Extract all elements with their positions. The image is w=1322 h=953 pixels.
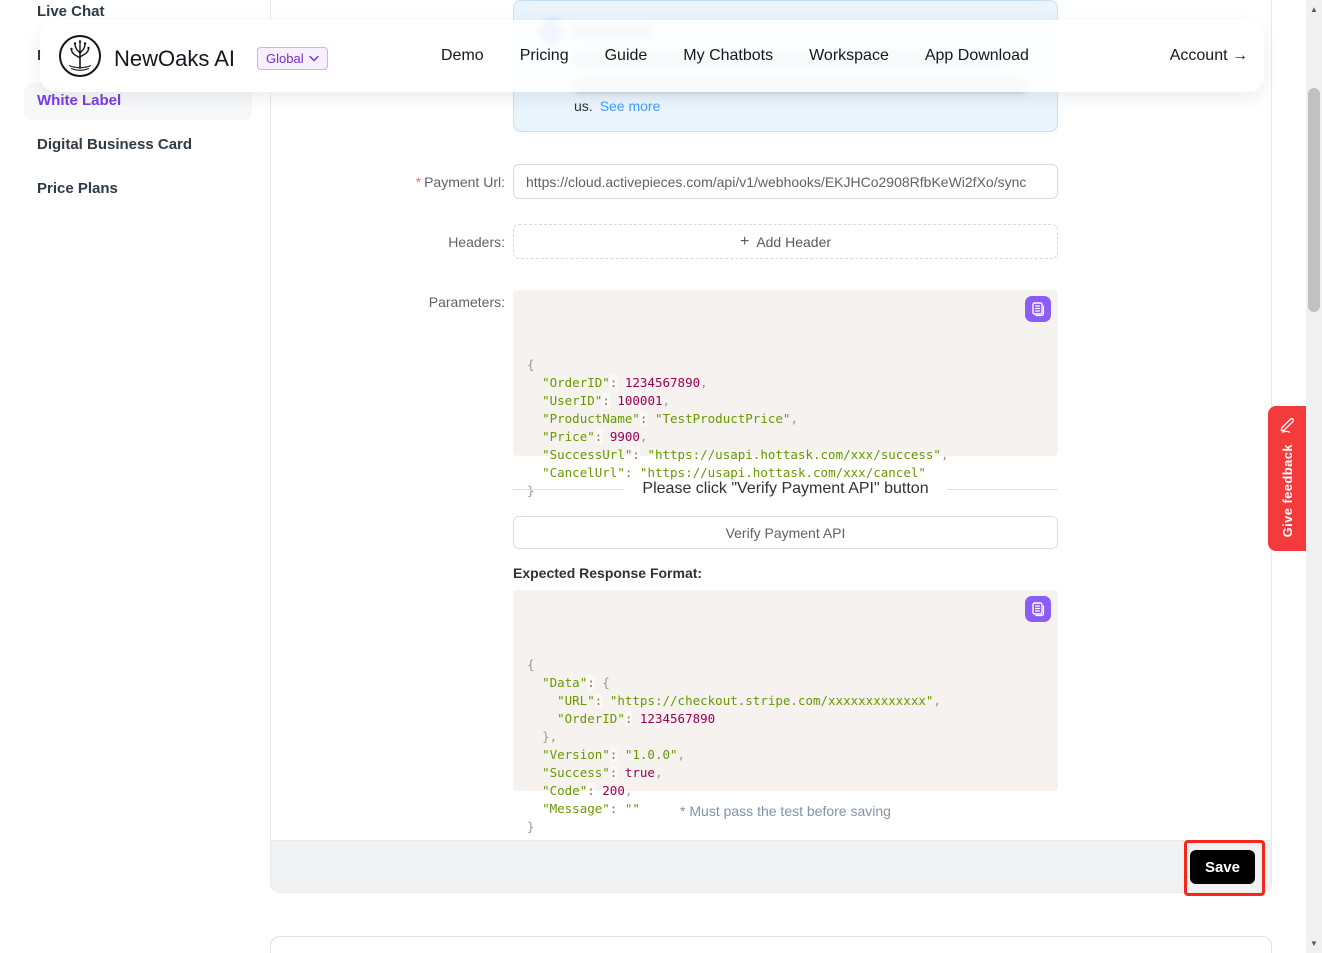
scrollbar[interactable]: ▲ ▼ [1306,0,1322,953]
app-root: { "navbar": { "brand": "NewOaks AI", "re… [0,0,1322,953]
reminder-tail-word: us. [574,98,593,114]
divider-line-right [947,489,1058,490]
sidebar-item-price-plans[interactable]: Price Plans [37,180,118,197]
next-section-card [270,936,1272,953]
copy-icon[interactable] [1025,596,1051,622]
sidebar-item-live-chat[interactable]: Live Chat [37,3,105,20]
chevron-down-icon [309,55,319,62]
nav-link-demo[interactable]: Demo [441,47,484,65]
headers-label: Headers: [280,234,505,250]
nav-link-my-chatbots[interactable]: My Chatbots [683,47,773,65]
parameters-label: Parameters: [280,294,505,310]
response-code-block: { "Data": { "URL": "https://checkout.str… [513,590,1058,791]
sidebar-item-digital-business-card[interactable]: Digital Business Card [37,136,192,153]
region-selector[interactable]: Global [257,47,328,70]
give-feedback-label: Give feedback [1280,444,1295,537]
scroll-down-icon[interactable]: ▼ [1306,939,1322,948]
save-button[interactable]: Save [1190,850,1255,884]
plus-icon: + [740,234,749,250]
must-pass-note: * Must pass the test before saving [513,803,1058,819]
give-feedback-tab[interactable]: Give feedback [1268,406,1306,551]
payment-url-label-text: Payment Url: [424,174,505,190]
newoaks-logo-icon [58,34,102,83]
scroll-up-icon[interactable]: ▲ [1306,5,1322,14]
sidebar-item-white-label[interactable]: White Label [37,92,121,109]
required-asterisk: * [416,174,421,190]
nav-link-guide[interactable]: Guide [605,47,648,65]
account-link[interactable]: Account → [1170,20,1248,92]
nav-link-workspace[interactable]: Workspace [809,47,889,65]
brand[interactable]: NewOaks AI Global [58,34,328,83]
nav-link-pricing[interactable]: Pricing [520,47,569,65]
reminder-tail-text: us. See more [574,98,660,114]
nav-link-app-download[interactable]: App Download [925,47,1029,65]
form-footer-bar: Save [271,840,1271,892]
top-navbar: NewOaks AI Global Demo Pricing Guide My … [40,20,1264,92]
brand-name: NewOaks AI [114,46,235,72]
nav-links: Demo Pricing Guide My Chatbots Workspace… [441,20,1029,92]
add-header-label: Add Header [756,234,831,250]
copy-icon[interactable] [1025,296,1051,322]
divider-text: Please click "Verify Payment API" button [624,480,946,498]
scrollbar-thumb[interactable] [1308,88,1320,312]
verify-payment-api-button[interactable]: Verify Payment API [513,516,1058,549]
parameters-code-block: { "OrderID": 1234567890, "UserID": 10000… [513,290,1058,456]
divider-line-left [513,489,624,490]
payment-url-label: *Payment Url: [280,174,505,190]
pencil-icon [1278,415,1297,434]
region-label: Global [266,51,304,66]
verify-divider: Please click "Verify Payment API" button [513,479,1058,499]
add-header-button[interactable]: + Add Header [513,224,1058,259]
see-more-link[interactable]: See more [600,98,661,114]
expected-response-heading: Expected Response Format: [513,565,702,581]
payment-url-input[interactable] [513,164,1058,199]
